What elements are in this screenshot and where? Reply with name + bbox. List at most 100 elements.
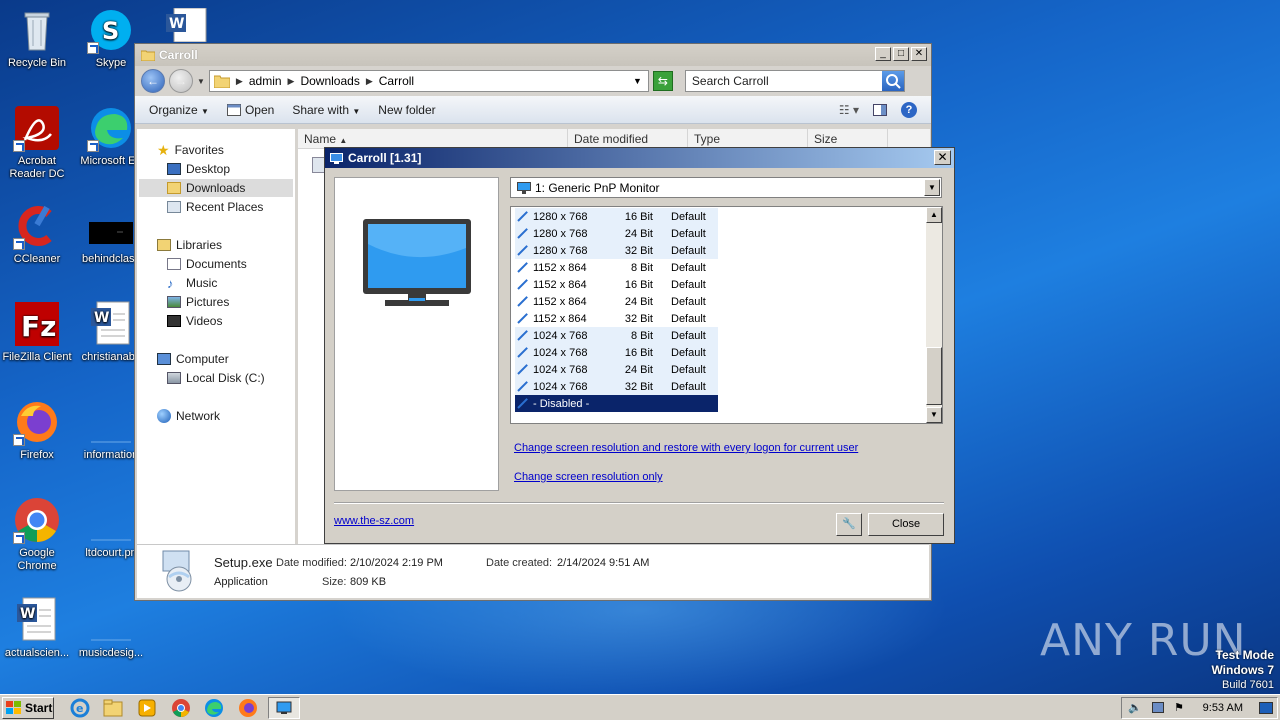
help-icon[interactable]: ?	[901, 101, 917, 118]
search-icon[interactable]	[881, 71, 904, 91]
volume-icon[interactable]: 🔈	[1128, 701, 1142, 714]
recent-places-icon	[167, 201, 181, 213]
resolution-row[interactable]: 1152 x 864 8 Bit Default	[515, 259, 718, 276]
desktop-icon-chrome[interactable]: Google Chrome	[0, 496, 74, 573]
address-dropdown-icon[interactable]: ▼	[633, 76, 642, 86]
history-dropdown-icon[interactable]: ▼	[197, 77, 205, 86]
show-desktop-icon[interactable]	[1259, 702, 1273, 714]
nav-favorites[interactable]: ★ Favorites	[157, 141, 224, 159]
close-button[interactable]: ✕	[911, 47, 927, 61]
refresh-rate: Default	[671, 227, 706, 240]
breadcrumb-separator-icon[interactable]: ▶	[366, 76, 373, 87]
column-size[interactable]: Size	[808, 129, 888, 148]
column-type[interactable]: Type	[688, 129, 808, 148]
share-with-button[interactable]: Share with ▼	[292, 103, 360, 117]
desktop-icon-filezilla[interactable]: Fz FileZilla Client	[0, 300, 74, 364]
nav-recent-places[interactable]: Recent Places	[167, 198, 263, 216]
file-explorer-icon[interactable]	[103, 698, 123, 718]
shortcut-arrow-icon	[13, 140, 25, 152]
address-bar[interactable]: ▶ admin ▶ Downloads ▶ Carroll ▼	[208, 70, 649, 92]
resolution-row[interactable]: 1024 x 768 8 Bit Default	[515, 327, 718, 344]
internet-explorer-icon[interactable]: e	[70, 698, 90, 718]
resolution-row[interactable]: 1024 x 768 16 Bit Default	[515, 344, 718, 361]
dialog-close-icon[interactable]: ✕	[934, 150, 951, 165]
monitor-select[interactable]: 1: Generic PnP Monitor ▼	[510, 177, 942, 198]
close-button[interactable]: Close	[868, 513, 944, 536]
nav-libraries[interactable]: Libraries	[157, 236, 222, 254]
back-button[interactable]: ←	[141, 69, 165, 93]
nav-label: Local Disk (C:)	[186, 371, 265, 385]
nav-downloads[interactable]: Downloads	[139, 179, 293, 197]
column-date-modified[interactable]: Date modified	[568, 129, 688, 148]
resolution-row[interactable]: 1280 x 768 24 Bit Default	[515, 225, 718, 242]
desktop-icon-actualscien[interactable]: W actualscien...	[0, 596, 74, 660]
chevron-down-icon[interactable]: ▼	[924, 179, 940, 196]
monitor-small-icon	[276, 701, 292, 714]
forward-button[interactable]: →	[169, 69, 193, 93]
resolution-row[interactable]: 1280 x 768 16 Bit Default	[515, 208, 718, 225]
desktop-icon-ccleaner[interactable]: CCleaner	[0, 202, 74, 266]
breadcrumb-separator-icon[interactable]: ▶	[236, 76, 243, 87]
edge-taskbar-icon[interactable]	[204, 698, 224, 718]
preview-pane-icon[interactable]	[873, 103, 887, 116]
column-name[interactable]: Name ▲	[298, 129, 568, 148]
word-document-icon[interactable]: W	[164, 7, 210, 43]
resolution-row[interactable]: 1152 x 864 16 Bit Default	[515, 276, 718, 293]
breadcrumb-downloads[interactable]: Downloads	[300, 74, 359, 88]
minimize-button[interactable]: _	[875, 47, 891, 61]
settings-wrench-button[interactable]: 🔧	[836, 513, 862, 536]
chrome-taskbar-icon[interactable]	[171, 698, 191, 718]
desktop-icon-acrobat[interactable]: Acrobat Reader DC	[0, 104, 74, 181]
breadcrumb-separator-icon[interactable]: ▶	[288, 76, 295, 87]
view-options-icon[interactable]: ☷ ▾	[839, 103, 859, 117]
scroll-up-icon[interactable]: ▲	[926, 207, 942, 223]
active-app-taskbar-button[interactable]	[268, 697, 300, 719]
change-and-restore-link[interactable]: Change screen resolution and restore wit…	[514, 442, 858, 454]
maximize-button[interactable]: □	[893, 47, 909, 61]
desktop-icon-musicdesig[interactable]: musicdesig...	[74, 596, 148, 660]
breadcrumb-carroll[interactable]: Carroll	[379, 74, 414, 88]
resolution-dialog[interactable]: Carroll [1.31] ✕ 1: Generic PnP Monitor …	[324, 147, 955, 544]
nav-music[interactable]: ♪ Music	[167, 274, 217, 292]
nav-local-disk[interactable]: Local Disk (C:)	[167, 369, 265, 387]
resolution-row[interactable]: 1024 x 768 24 Bit Default	[515, 361, 718, 378]
resolution-row[interactable]: 1152 x 864 24 Bit Default	[515, 293, 718, 310]
nav-pictures[interactable]: Pictures	[167, 293, 229, 311]
media-player-icon[interactable]	[137, 698, 157, 718]
resolution-list[interactable]: 1280 x 768 16 Bit Default 1280 x 768 24 Bit D…	[510, 206, 943, 424]
nav-computer[interactable]: Computer	[157, 350, 229, 368]
organize-button[interactable]: Organize ▼	[149, 103, 209, 117]
start-button[interactable]: Start	[2, 696, 54, 719]
clock[interactable]: 9:53 AM	[1203, 702, 1243, 714]
scroll-down-icon[interactable]: ▼	[926, 407, 942, 423]
nav-documents[interactable]: Documents	[167, 255, 247, 273]
svg-text:S: S	[102, 17, 119, 45]
change-only-link[interactable]: Change screen resolution only	[514, 471, 663, 483]
network-tray-icon[interactable]	[1152, 702, 1164, 713]
resolution-disabled-item[interactable]: - Disabled -	[515, 395, 718, 412]
dialog-title-bar[interactable]: Carroll [1.31] ✕	[325, 148, 954, 168]
resolution-row[interactable]: 1152 x 864 32 Bit Default	[515, 310, 718, 327]
desktop-icon-recycle-bin[interactable]: Recycle Bin	[0, 6, 74, 70]
action-center-flag-icon[interactable]: ⚑	[1174, 701, 1184, 714]
desktop-icon-firefox[interactable]: Firefox	[0, 398, 74, 462]
search-input[interactable]: Search Carroll	[684, 70, 905, 92]
nav-network[interactable]: Network	[157, 407, 220, 425]
website-link[interactable]: www.the-sz.com	[334, 515, 414, 527]
svg-text:W: W	[20, 606, 35, 622]
scroll-thumb[interactable]	[926, 347, 942, 405]
explorer-title-bar[interactable]: Carroll _ □ ✕	[135, 44, 931, 66]
resolution-value: 1280 x 768	[533, 210, 588, 223]
open-button[interactable]: Open	[226, 103, 274, 117]
desktop-icon-label: Recycle Bin	[7, 57, 67, 69]
firefox-taskbar-icon[interactable]	[238, 698, 258, 718]
resolution-row[interactable]: 1280 x 768 32 Bit Default	[515, 242, 718, 259]
nav-videos[interactable]: Videos	[167, 312, 222, 330]
list-scrollbar[interactable]: ▲ ▼	[926, 207, 942, 423]
nav-desktop[interactable]: Desktop	[167, 160, 230, 178]
monitor-select-value: 1: Generic PnP Monitor	[535, 180, 660, 195]
resolution-row[interactable]: 1024 x 768 32 Bit Default	[515, 378, 718, 395]
breadcrumb-admin[interactable]: admin	[249, 74, 282, 88]
refresh-icon[interactable]: ⇆	[652, 71, 673, 91]
new-folder-button[interactable]: New folder	[378, 103, 435, 117]
